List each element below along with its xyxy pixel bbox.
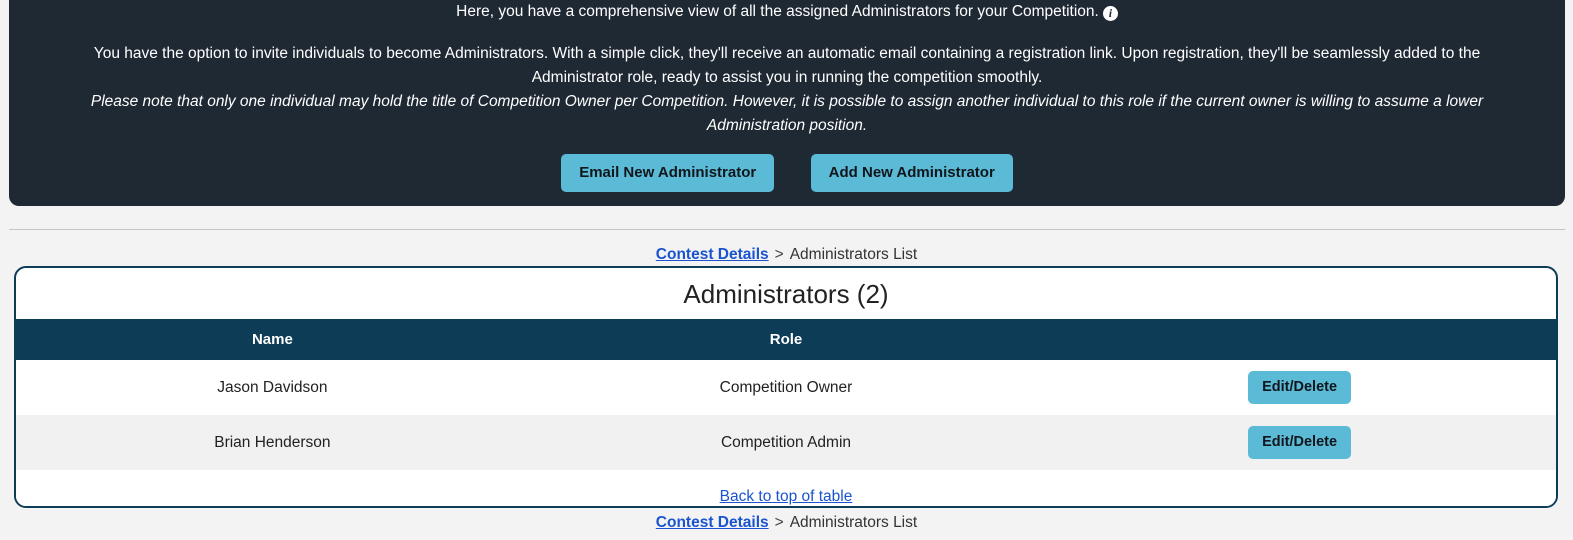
email-new-administrator-button[interactable]: Email New Administrator — [561, 154, 775, 192]
card-footer: Back to top of table — [16, 470, 1556, 506]
back-to-top-of-table-link[interactable]: Back to top of table — [720, 488, 853, 505]
breadcrumb-separator: > — [774, 514, 784, 531]
cell-role: Competition Admin — [528, 415, 1044, 470]
table-header: Name Role — [16, 319, 1556, 360]
add-new-administrator-button[interactable]: Add New Administrator — [810, 154, 1013, 192]
table-row: Jason Davidson Competition Owner Edit/De… — [16, 360, 1556, 415]
info-panel-body-text: You have the option to invite individual… — [93, 45, 1481, 86]
breadcrumb-current-administrators-list: Administrators List — [789, 246, 918, 263]
cell-role: Competition Owner — [528, 360, 1044, 415]
info-panel: Here, you have a comprehensive view of a… — [9, 0, 1565, 206]
breadcrumb-bottom: Contest Details > Administrators List — [0, 513, 1573, 533]
cell-actions: Edit/Delete — [1043, 360, 1556, 415]
info-panel-lead-label: Here, you have a comprehensive view of a… — [456, 3, 1099, 20]
administrators-table: Name Role Jason Davidson Competition Own… — [16, 319, 1556, 470]
breadcrumb-current-administrators-list: Administrators List — [789, 514, 918, 531]
page-title: Administrators (2) — [683, 279, 889, 309]
breadcrumb-separator: > — [774, 246, 784, 263]
info-icon[interactable]: i — [1102, 6, 1118, 21]
administrators-card: Administrators (2) Name Role Jason David… — [14, 266, 1558, 508]
table-body: Jason Davidson Competition Owner Edit/De… — [16, 360, 1556, 470]
section-divider — [9, 229, 1565, 230]
column-header-actions — [1043, 319, 1556, 360]
column-header-role: Role — [528, 319, 1044, 360]
cell-name: Jason Davidson — [16, 360, 529, 415]
breadcrumb-link-contest-details[interactable]: Contest Details — [656, 246, 769, 263]
info-panel-note-text: Please note that only one individual may… — [90, 93, 1484, 134]
breadcrumb-link-contest-details[interactable]: Contest Details — [656, 514, 769, 531]
info-panel-lead-text: Here, you have a comprehensive view of a… — [9, 0, 1565, 24]
edit-delete-button[interactable]: Edit/Delete — [1248, 426, 1352, 459]
table-row: Brian Henderson Competition Admin Edit/D… — [16, 415, 1556, 470]
table-header-row: Name Role — [16, 319, 1556, 360]
cell-name: Brian Henderson — [16, 415, 529, 470]
column-header-name: Name — [16, 319, 529, 360]
info-panel-actions: Email New Administrator Add New Administ… — [9, 154, 1565, 192]
breadcrumb-top: Contest Details > Administrators List — [0, 245, 1573, 265]
cell-actions: Edit/Delete — [1043, 415, 1556, 470]
edit-delete-button[interactable]: Edit/Delete — [1248, 371, 1352, 404]
